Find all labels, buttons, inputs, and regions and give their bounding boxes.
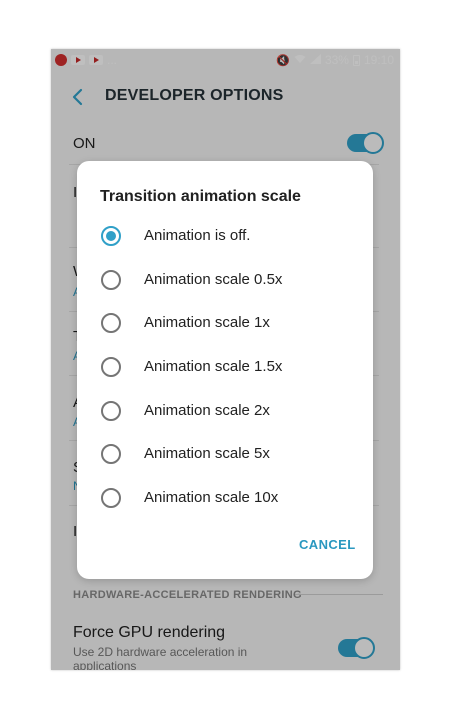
option-scale-1-5x[interactable]: Animation scale 1.5x xyxy=(95,347,355,387)
option-scale-0-5x[interactable]: Animation scale 0.5x xyxy=(95,260,355,300)
cancel-button[interactable]: CANCEL xyxy=(299,537,356,552)
option-label: Animation scale 2x xyxy=(144,402,270,419)
option-label: Animation scale 0.5x xyxy=(144,271,283,288)
option-scale-1x[interactable]: Animation scale 1x xyxy=(95,303,355,343)
radio-icon[interactable] xyxy=(101,313,121,333)
option-label: Animation scale 1x xyxy=(144,314,270,331)
radio-icon[interactable] xyxy=(101,444,121,464)
dialog-title: Transition animation scale xyxy=(100,188,301,205)
radio-icon[interactable] xyxy=(101,488,121,508)
option-scale-2x[interactable]: Animation scale 2x xyxy=(95,391,355,431)
option-animation-off[interactable]: Animation is off. xyxy=(95,216,355,256)
phone-screen: ... 🔇 33% 19:10 DEVELOPER OPTIONS ON I I… xyxy=(51,49,400,670)
radio-icon[interactable] xyxy=(101,357,121,377)
option-label: Animation scale 1.5x xyxy=(144,358,283,375)
radio-selected-icon[interactable] xyxy=(101,226,121,246)
option-label: Animation scale 5x xyxy=(144,445,270,462)
option-scale-10x[interactable]: Animation scale 10x xyxy=(95,478,355,518)
radio-icon[interactable] xyxy=(101,270,121,290)
option-label: Animation is off. xyxy=(144,227,251,244)
option-scale-5x[interactable]: Animation scale 5x xyxy=(95,434,355,474)
animation-scale-dialog: Transition animation scale Animation is … xyxy=(77,161,373,579)
radio-icon[interactable] xyxy=(101,401,121,421)
option-label: Animation scale 10x xyxy=(144,489,279,506)
